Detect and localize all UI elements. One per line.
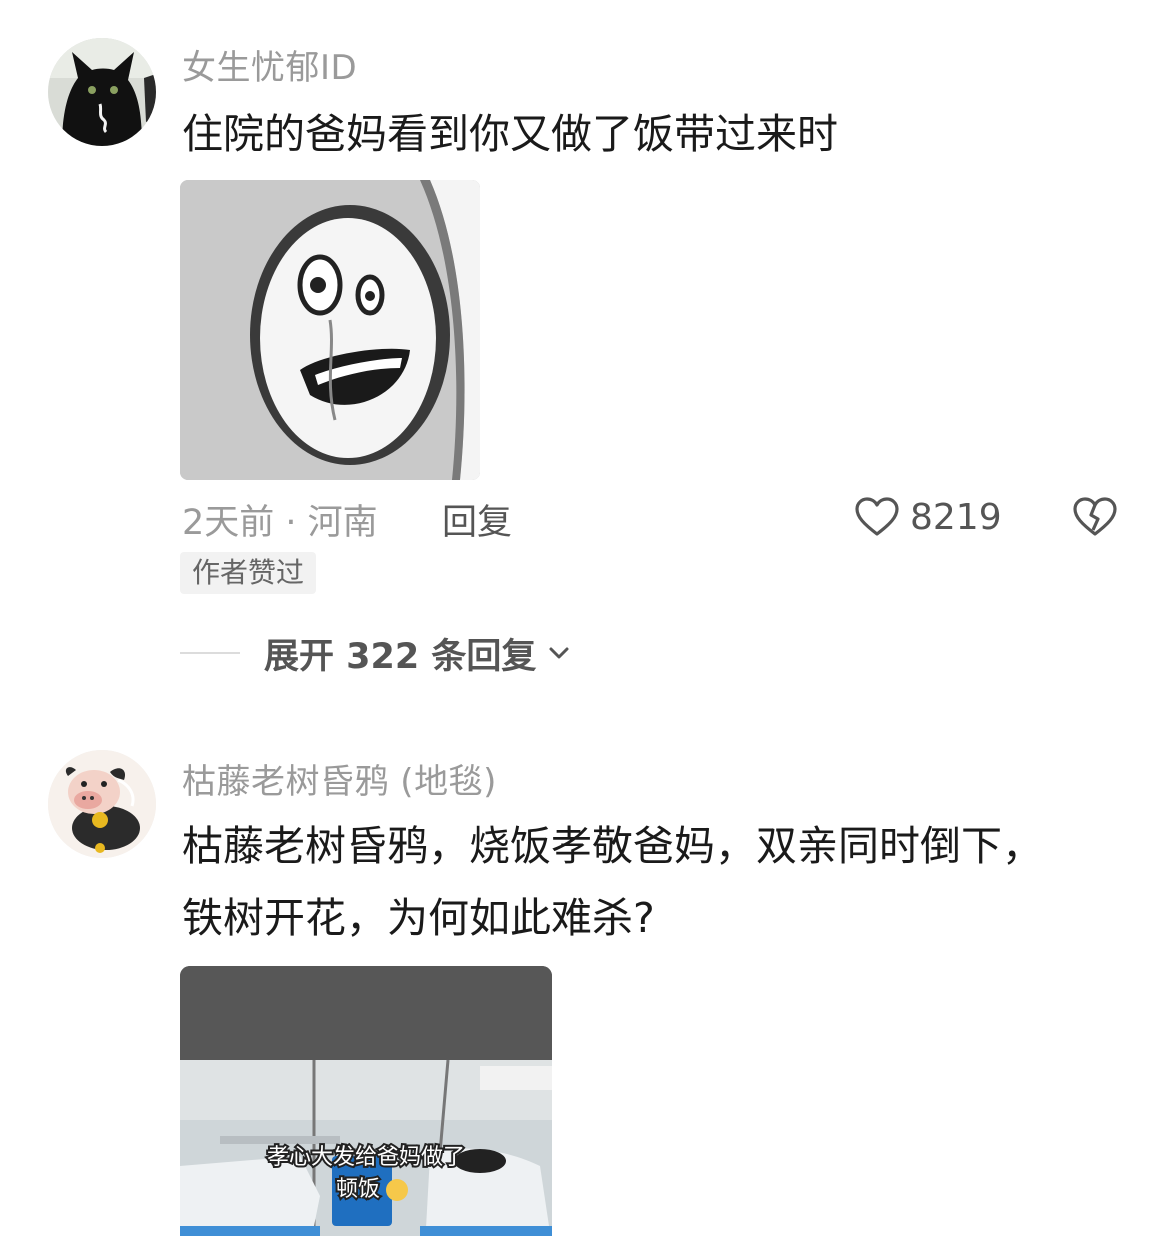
divider (180, 652, 240, 654)
comment-video-thumbnail[interactable]: 孝心大发给爸妈做了 顿饭 (180, 966, 552, 1236)
like-count: 8219 (910, 496, 1002, 538)
username[interactable]: 女生忧郁ID (182, 40, 357, 89)
cartoon-cow-avatar-image (48, 750, 156, 858)
avatar[interactable] (48, 38, 156, 146)
dislike-button[interactable] (1070, 492, 1120, 542)
comment-item: 枯藤老树昏鸦 (地毯) 枯藤老树昏鸦，烧饭孝敬爸妈，双亲同时倒下， 铁树开花，为… (0, 730, 1169, 1236)
comment-image[interactable] (180, 180, 480, 480)
broken-heart-icon (1073, 497, 1117, 536)
author-liked-badge: 作者赞过 (180, 552, 317, 594)
video-caption-line2: 顿饭 (336, 1177, 380, 1202)
expand-replies-label: 展开 322 条回复 (264, 636, 537, 677)
username[interactable]: 枯藤老树昏鸦 (地毯) (182, 754, 497, 803)
heart-outline-icon (855, 497, 899, 536)
comment-meta: 2天前 · 河南 (182, 503, 378, 543)
ghost-meme-image (180, 180, 480, 480)
chevron-down-icon (549, 647, 569, 659)
hospital-video-thumbnail: 孝心大发给爸妈做了 顿饭 (180, 966, 552, 1236)
video-caption-line1: 孝心大发给爸妈做了 (267, 1145, 465, 1170)
comment-item: 女生忧郁ID 住院的爸妈看到你又做了饭带过来时 2天前 · 河南 回复 8219 (0, 0, 1169, 700)
expand-replies-button[interactable]: 展开 322 条回复 (180, 630, 574, 677)
black-cat-avatar-image (48, 38, 156, 146)
comment-text: 枯藤老树昏鸦，烧饭孝敬爸妈，双亲同时倒下， 铁树开花，为何如此难杀? (182, 822, 1043, 942)
comment-text: 住院的爸妈看到你又做了饭带过来时 (182, 110, 838, 158)
reply-button[interactable]: 回复 (442, 494, 512, 545)
avatar[interactable] (48, 750, 156, 858)
emoji-icon (386, 1179, 408, 1201)
like-button[interactable]: 8219 (852, 490, 1002, 544)
